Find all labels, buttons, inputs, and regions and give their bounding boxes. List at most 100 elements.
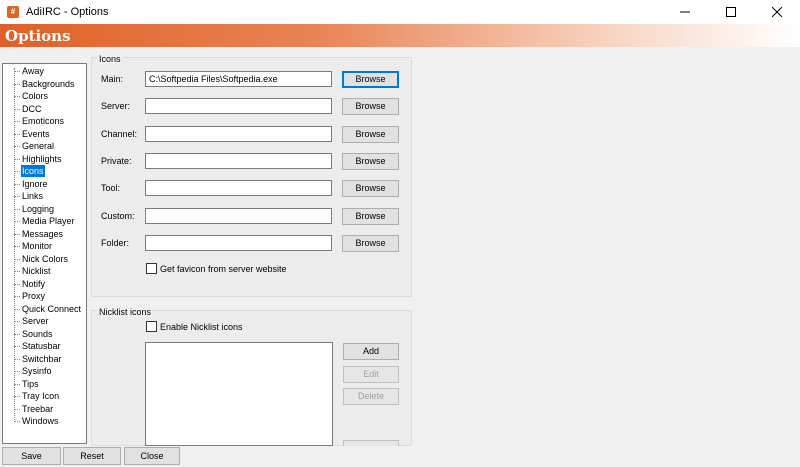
tree-connector (14, 246, 20, 247)
tree-item-dcc[interactable]: DCC (3, 103, 86, 115)
tree-connector (14, 421, 20, 422)
custom-label: Custom: (101, 210, 135, 221)
reset-button[interactable]: Reset (63, 447, 121, 465)
close-button[interactable]: Close (124, 447, 180, 465)
tree-item-monitor[interactable]: Monitor (3, 240, 86, 252)
tree-connector (14, 383, 20, 385)
minimize-button[interactable] (662, 0, 708, 24)
main-browse-button[interactable]: Browse (342, 71, 399, 88)
tree-item-label: Notify (22, 278, 46, 289)
channel-browse-button[interactable]: Browse (342, 125, 399, 143)
partial-button[interactable] (343, 440, 399, 446)
add-button[interactable]: Add (343, 343, 399, 360)
tree-item-label: Statusbar (22, 341, 61, 351)
tree-item-sysinfo[interactable]: Sysinfo (3, 365, 86, 377)
tool-browse-button[interactable]: Browse (342, 180, 399, 198)
tree-connector (14, 271, 20, 272)
tree-item-messages[interactable]: Messages (3, 228, 86, 240)
tree-item-label: Tray Icon (22, 391, 60, 401)
tree-item-label: Sounds (22, 328, 53, 339)
tree-connector (14, 196, 20, 197)
tree-item-ignore[interactable]: Ignore (3, 178, 86, 190)
tree-item-tips[interactable]: Tips (3, 378, 86, 390)
tree-item-media-player[interactable]: Media Player (3, 215, 86, 227)
tree-item-backgrounds[interactable]: Backgrounds (3, 78, 86, 90)
tree-item-treebar[interactable]: Treebar (3, 403, 86, 415)
tree-item-label: Highlights (22, 153, 62, 164)
tree-connector (14, 158, 20, 160)
title-bar: # AdiIRC - Options (0, 0, 800, 24)
close-window-button[interactable] (754, 0, 800, 24)
tree-item-label: Away (22, 66, 44, 76)
tree-item-events[interactable]: Events (3, 128, 86, 140)
banner-title: Options (5, 27, 71, 45)
tree-connector (14, 346, 20, 347)
tree-item-label: Treebar (22, 403, 54, 414)
tree-item-label: Emoticons (22, 116, 65, 126)
tree-connector (14, 321, 20, 322)
main-icon-path-input[interactable]: C:\Softpedia Files\Softpedia.exe (145, 71, 332, 87)
private-icon-path-input[interactable] (145, 152, 332, 169)
tree-item-label: Server (22, 316, 49, 326)
tree-item-label: Icons (20, 164, 46, 178)
favicon-checkbox-label: Get favicon from server website (160, 264, 287, 274)
options-tree[interactable]: Away Backgrounds Colors DCC Emoticons Events G… (2, 63, 87, 444)
tree-connector (14, 283, 20, 285)
tree-connector (14, 296, 20, 297)
tree-connector (14, 258, 20, 260)
tree-item-quick-connect[interactable]: Quick Connect (3, 303, 86, 315)
custom-browse-button[interactable]: Browse (342, 207, 399, 225)
tool-icon-path-input[interactable] (145, 180, 332, 197)
tree-item-statusbar[interactable]: Statusbar (3, 340, 86, 352)
edit-button[interactable]: Edit (343, 366, 399, 383)
tree-item-sounds[interactable]: Sounds (3, 328, 86, 340)
tree-item-label: Ignore (22, 178, 48, 189)
tree-item-emoticons[interactable]: Emoticons (3, 115, 86, 127)
save-button[interactable]: Save (2, 447, 61, 465)
tree-item-notify[interactable]: Notify (3, 278, 86, 290)
options-banner: Options (0, 24, 800, 47)
tree-item-icons[interactable]: Icons (3, 164, 86, 178)
folder-icon-path-input[interactable] (145, 234, 332, 251)
channel-label: Channel: (101, 128, 138, 139)
tree-connector (14, 396, 20, 397)
tree-item-label: Nicklist (22, 266, 51, 276)
tree-item-tray-icon[interactable]: Tray Icon (3, 390, 86, 402)
tree-item-colors[interactable]: Colors (3, 90, 86, 102)
nicklist-icons-list[interactable] (145, 342, 333, 446)
tree-connector (14, 133, 20, 135)
maximize-icon (726, 7, 736, 17)
tree-item-nicklist[interactable]: Nicklist (3, 265, 86, 277)
tree-connector (14, 358, 20, 360)
tree-item-windows[interactable]: Windows (3, 415, 86, 427)
private-browse-button[interactable]: Browse (342, 152, 399, 170)
tree-item-links[interactable]: Links (3, 190, 86, 202)
icons-group-title: Icons (98, 54, 122, 64)
server-browse-button[interactable]: Browse (342, 98, 399, 116)
folder-browse-button[interactable]: Browse (342, 234, 399, 252)
tree-item-label: Backgrounds (22, 78, 75, 89)
tree-item-label: Media Player (22, 216, 75, 226)
tool-label: Tool: (101, 183, 121, 194)
tree-item-server[interactable]: Server (3, 315, 86, 327)
tree-item-away[interactable]: Away (3, 65, 86, 77)
tree-connector (14, 171, 20, 172)
private-label: Private: (101, 155, 132, 166)
custom-icon-path-input[interactable] (145, 207, 332, 224)
enable-nicklist-checkbox[interactable] (146, 321, 157, 332)
tree-item-logging[interactable]: Logging (3, 203, 86, 215)
tree-item-switchbar[interactable]: Switchbar (3, 353, 86, 365)
server-icon-path-input[interactable] (145, 98, 332, 115)
favicon-checkbox[interactable] (146, 263, 157, 274)
tree-connector (14, 108, 20, 110)
tree-item-proxy[interactable]: Proxy (3, 290, 86, 302)
main-label: Main: (101, 74, 124, 84)
tree-item-label: Tips (22, 378, 39, 389)
tree-item-highlights[interactable]: Highlights (3, 153, 86, 165)
tree-item-general[interactable]: General (3, 140, 86, 152)
delete-button[interactable]: Delete (343, 388, 399, 405)
channel-icon-path-input[interactable] (145, 125, 332, 142)
tree-item-label: Windows (22, 416, 59, 426)
tree-item-nick-colors[interactable]: Nick Colors (3, 253, 86, 265)
maximize-button[interactable] (708, 0, 754, 24)
